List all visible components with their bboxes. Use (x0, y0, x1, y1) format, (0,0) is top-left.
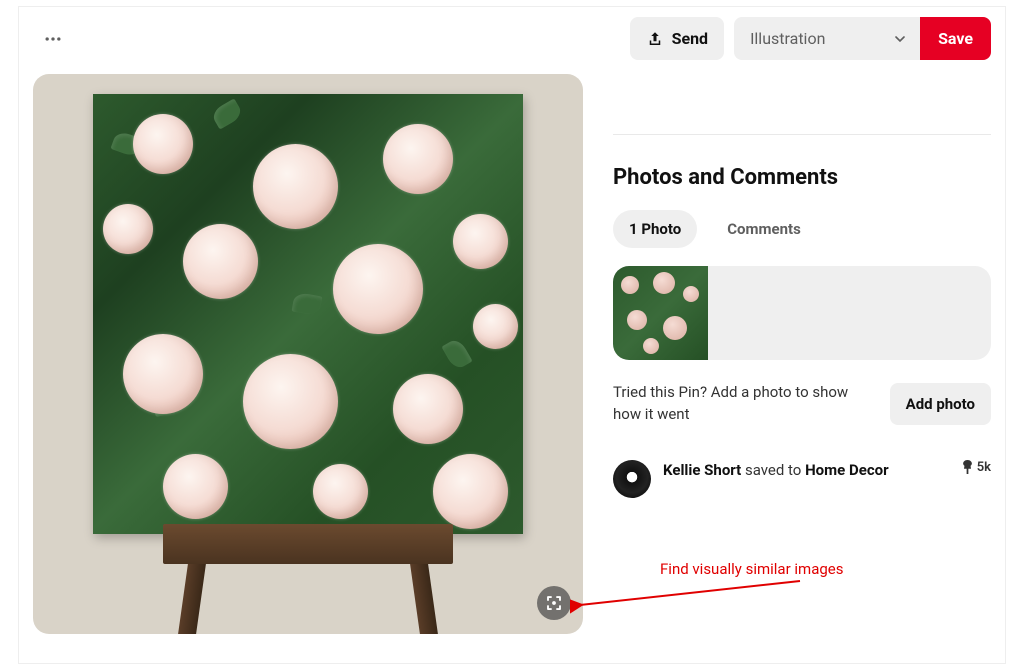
save-count-value: 5k (977, 460, 991, 475)
saver-mid: saved to (741, 461, 805, 479)
saver-row: Kellie Short saved to Home Decor 5k (613, 460, 991, 498)
send-label: Send (672, 29, 708, 48)
comments-section-title: Photos and Comments (613, 165, 991, 190)
visual-search-button[interactable] (537, 586, 571, 620)
pin-icon (962, 460, 973, 474)
tried-prompt-text: Tried this Pin? Add a photo to show how … (613, 382, 874, 426)
pin-closeup-card: Send Illustration Save (18, 6, 1006, 664)
board-select[interactable]: Illustration (734, 17, 924, 60)
tab-comments[interactable]: Comments (711, 210, 817, 248)
add-photo-button[interactable]: Add photo (890, 383, 991, 425)
pin-image[interactable]: Visual search (33, 74, 583, 634)
tried-photo-empty (708, 266, 803, 360)
board-selected-label: Illustration (750, 29, 825, 48)
more-options-button[interactable] (33, 19, 73, 59)
saver-avatar[interactable] (613, 460, 651, 498)
save-label: Save (938, 29, 973, 48)
pin-toolbar: Send Illustration Save (19, 7, 1005, 64)
tried-photo-empty (802, 266, 897, 360)
comments-tabs: 1 Photo Comments (613, 210, 991, 248)
painting-canvas (93, 94, 523, 534)
divider (613, 134, 991, 135)
tab-photos[interactable]: 1 Photo (613, 210, 697, 248)
share-icon (646, 30, 664, 48)
saver-text: Kellie Short saved to Home Decor (663, 460, 950, 480)
pin-content: Visual search Photos and Comments 1 Phot… (19, 64, 1005, 663)
easel (163, 524, 453, 634)
visual-search-icon (545, 594, 563, 612)
tried-photo-empty (897, 266, 992, 360)
saver-board[interactable]: Home Decor (805, 461, 889, 479)
saver-username[interactable]: Kellie Short (663, 461, 741, 479)
save-button[interactable]: Save (920, 17, 991, 60)
tried-photo-thumb[interactable] (613, 266, 708, 360)
send-button[interactable]: Send (630, 17, 724, 60)
tried-photos-strip (613, 266, 991, 360)
pin-details-pane: Photos and Comments 1 Photo Comments (613, 74, 991, 649)
chevron-down-icon (892, 31, 908, 47)
ellipsis-icon (43, 29, 63, 49)
pin-save-count: 5k (962, 460, 991, 475)
tried-prompt-row: Tried this Pin? Add a photo to show how … (613, 382, 991, 426)
